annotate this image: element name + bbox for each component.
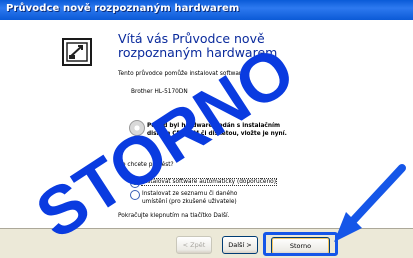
arrow-icon <box>334 164 406 242</box>
annotation-overlay: STORNO <box>23 32 406 254</box>
wizard-window: Průvodce nově rozpoznaným hardwarem Vítá… <box>0 0 413 258</box>
storno-stamp: STORNO <box>23 32 307 254</box>
